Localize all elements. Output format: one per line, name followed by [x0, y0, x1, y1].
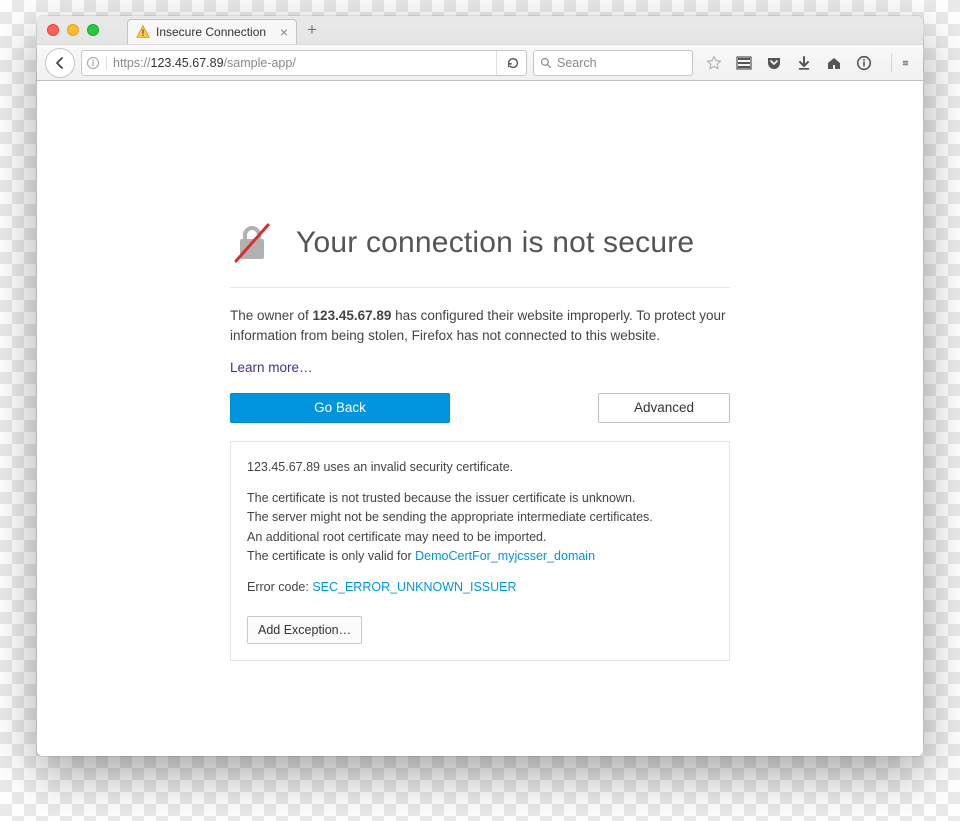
button-row: Go Back Advanced	[230, 393, 730, 423]
error-code-row: Error code: SEC_ERROR_UNKNOWN_ISSUER	[247, 578, 713, 597]
url-scheme: https://	[113, 56, 151, 70]
error-title: Your connection is not secure	[296, 226, 694, 260]
add-exception-button[interactable]: Add Exception…	[247, 616, 362, 644]
browser-chrome: Insecure Connection × + https://123.45.6…	[37, 16, 923, 81]
go-back-button[interactable]: Go Back	[230, 393, 450, 423]
error-code-link[interactable]: SEC_ERROR_UNKNOWN_ISSUER	[312, 580, 516, 594]
details-block: The certificate is not trusted because t…	[247, 489, 713, 567]
info-icon[interactable]	[855, 54, 873, 72]
learn-more-link[interactable]: Learn more…	[230, 360, 313, 375]
site-info-icon[interactable]	[86, 56, 107, 70]
tab-active[interactable]: Insecure Connection ×	[127, 19, 297, 44]
warning-icon	[136, 25, 150, 39]
page-content: Your connection is not secure The owner …	[37, 81, 923, 756]
desc-pre: The owner of	[230, 308, 313, 323]
toolbar-icons	[699, 54, 915, 72]
pocket-icon[interactable]	[765, 54, 783, 72]
details-line: An additional root certificate may need …	[247, 530, 546, 544]
certificate-name-link[interactable]: DemoCertFor_myjcsser_domain	[415, 549, 595, 563]
window-close-button[interactable]	[47, 24, 59, 36]
downloads-icon[interactable]	[795, 54, 813, 72]
error-panel: Your connection is not secure The owner …	[230, 221, 730, 756]
url-host: 123.45.67.89	[151, 56, 224, 70]
details-line: 123.45.67.89 uses an invalid security ce…	[247, 458, 713, 477]
details-line: The certificate is only valid for	[247, 549, 415, 563]
back-button[interactable]	[45, 48, 75, 78]
search-icon	[540, 57, 552, 69]
window-zoom-button[interactable]	[87, 24, 99, 36]
bookmark-star-icon[interactable]	[705, 54, 723, 72]
menu-button[interactable]	[891, 54, 909, 72]
error-code-label: Error code:	[247, 580, 312, 594]
new-tab-button[interactable]: +	[307, 20, 317, 40]
reload-button[interactable]	[496, 51, 520, 75]
insecure-lock-icon	[230, 221, 274, 265]
browser-window: Insecure Connection × + https://123.45.6…	[37, 16, 923, 756]
tab-strip: Insecure Connection × +	[127, 16, 317, 44]
error-description: The owner of 123.45.67.89 has configured…	[230, 306, 730, 347]
window-controls	[47, 24, 99, 36]
certificate-details: 123.45.67.89 uses an invalid security ce…	[230, 441, 730, 661]
search-placeholder: Search	[557, 56, 597, 70]
home-icon[interactable]	[825, 54, 843, 72]
details-line: The certificate is not trusted because t…	[247, 491, 635, 505]
error-header: Your connection is not secure	[230, 221, 730, 288]
toolbar: https://123.45.67.89/sample-app/ Search	[37, 44, 923, 80]
tab-close-button[interactable]: ×	[280, 25, 288, 39]
titlebar: Insecure Connection × +	[37, 16, 923, 44]
search-bar[interactable]: Search	[533, 50, 693, 76]
window-minimize-button[interactable]	[67, 24, 79, 36]
address-bar[interactable]: https://123.45.67.89/sample-app/	[81, 50, 527, 76]
details-line: The server might not be sending the appr…	[247, 510, 653, 524]
reader-list-icon[interactable]	[735, 54, 753, 72]
advanced-button[interactable]: Advanced	[598, 393, 730, 423]
desc-host: 123.45.67.89	[313, 308, 392, 323]
tab-label: Insecure Connection	[156, 25, 266, 39]
url-path: /sample-app/	[224, 56, 296, 70]
